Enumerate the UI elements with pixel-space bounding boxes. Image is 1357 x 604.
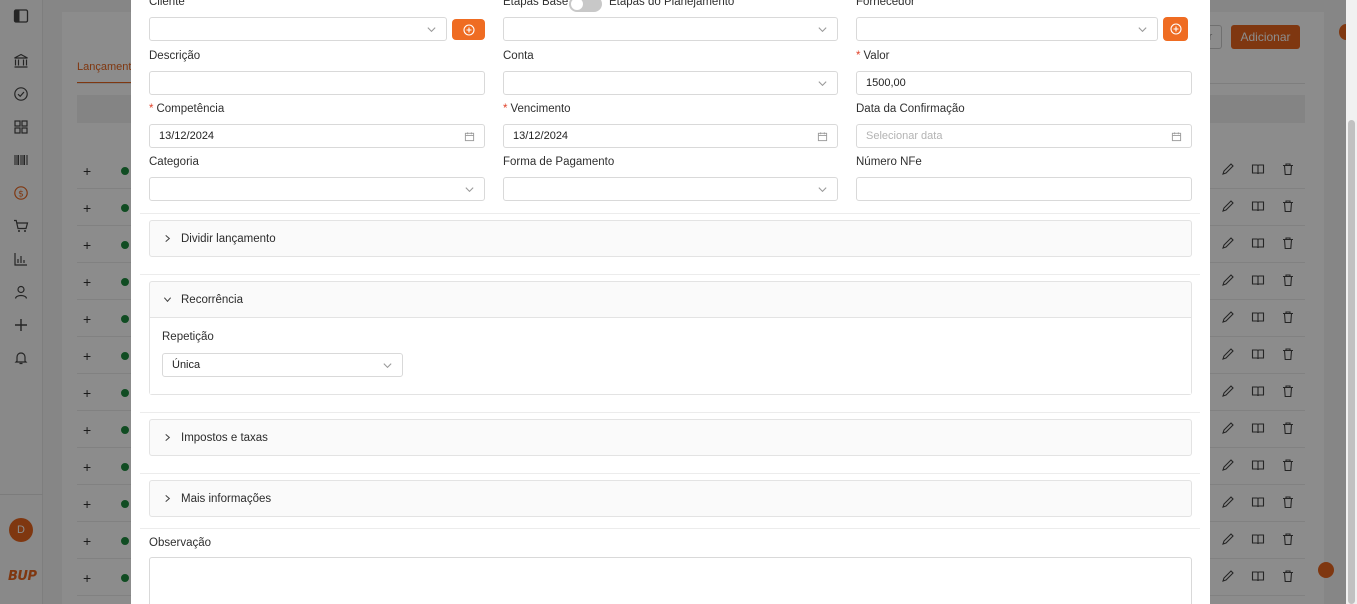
impostos-header[interactable]: Impostos e taxas [150,420,1191,455]
dividir-lancamento-panel: Dividir lançamento [149,220,1192,257]
required-marker: * [856,50,861,62]
calendar-icon [816,130,828,142]
section-divider [140,473,1200,474]
vencimento-date-input[interactable]: 13/12/2024 [503,124,838,148]
descricao-label: Descrição [149,50,201,62]
impostos-title: Impostos e taxas [181,431,268,444]
etapas-base-label: Etapas Base [503,0,569,8]
calendar-icon [463,130,475,142]
page-scrollbar[interactable] [1346,0,1357,604]
conta-label: Conta [503,50,534,62]
recorrencia-body: Repetição Única [150,317,1191,394]
mais-informacoes-panel: Mais informações [149,480,1192,517]
section-divider [140,274,1200,275]
chevron-down-icon [163,295,173,305]
cliente-label: Cliente [149,0,185,8]
chevron-right-icon [163,494,173,504]
fornecedor-label: Fornecedor [856,0,915,8]
categoria-select[interactable] [149,177,485,201]
valor-label-text: Valor [863,50,890,62]
etapas-select[interactable] [503,17,838,41]
numero-nfe-input[interactable] [856,177,1192,201]
dividir-lancamento-header[interactable]: Dividir lançamento [150,221,1191,256]
chevron-down-icon [816,183,828,195]
descricao-input[interactable] [149,71,485,95]
chevron-down-icon [816,77,828,89]
chevron-right-icon [163,433,173,443]
valor-value: 1500,00 [866,77,906,89]
vencimento-label-text: Vencimento [510,103,571,115]
section-divider [140,412,1200,413]
etapas-planejamento-label: Etapas do Planejamento [609,0,735,8]
numero-nfe-label: Número NFe [856,156,922,168]
required-marker: * [149,103,154,115]
mais-informacoes-header[interactable]: Mais informações [150,481,1191,516]
repeticao-value: Única [172,359,201,371]
required-marker: * [503,103,508,115]
add-circle-icon [1169,23,1182,35]
chevron-down-icon [425,23,437,35]
observacao-textarea[interactable] [149,557,1192,604]
repeticao-select[interactable]: Única [162,353,403,377]
lancamento-modal: Cliente Etapas Base Etapas do Planejamen… [131,0,1210,604]
add-fornecedor-button[interactable] [1163,17,1188,41]
cliente-select[interactable] [149,17,447,41]
chevron-down-icon [381,359,393,371]
impostos-panel: Impostos e taxas [149,419,1192,456]
etapas-toggle[interactable] [569,0,602,12]
competencia-label-text: Competência [156,103,225,115]
fornecedor-select[interactable] [856,17,1158,41]
section-divider [140,528,1200,529]
add-circle-icon [462,23,475,36]
data-confirmacao-label: Data da Confirmação [856,103,965,115]
competencia-label: * Competência [149,103,224,115]
valor-label: * Valor [856,50,889,62]
recorrencia-title: Recorrência [181,293,243,306]
vencimento-label: * Vencimento [503,103,571,115]
forma-pagamento-label: Forma de Pagamento [503,156,615,168]
dividir-lancamento-title: Dividir lançamento [181,232,276,245]
vencimento-value: 13/12/2024 [513,130,569,142]
chevron-down-icon [1136,23,1148,35]
data-confirmacao-date-input[interactable]: Selecionar data [856,124,1192,148]
scrollbar-thumb[interactable] [1348,120,1355,604]
chevron-down-icon [816,23,828,35]
add-cliente-button[interactable] [452,19,485,40]
recorrencia-header[interactable]: Recorrência [150,282,1191,317]
chevron-right-icon [163,234,173,244]
repeticao-label: Repetição [162,331,214,343]
chevron-down-icon [463,183,475,195]
competencia-value: 13/12/2024 [159,130,215,142]
conta-select[interactable] [503,71,838,95]
mais-informacoes-title: Mais informações [181,492,272,505]
recorrencia-panel: Recorrência Repetição Única [149,281,1192,395]
categoria-label: Categoria [149,156,199,168]
forma-pagamento-select[interactable] [503,177,838,201]
competencia-date-input[interactable]: 13/12/2024 [149,124,485,148]
observacao-label: Observação [149,537,212,549]
section-divider [140,213,1200,214]
valor-input[interactable]: 1500,00 [856,71,1192,95]
data-confirmacao-placeholder: Selecionar data [866,130,943,142]
calendar-icon [1170,130,1182,142]
